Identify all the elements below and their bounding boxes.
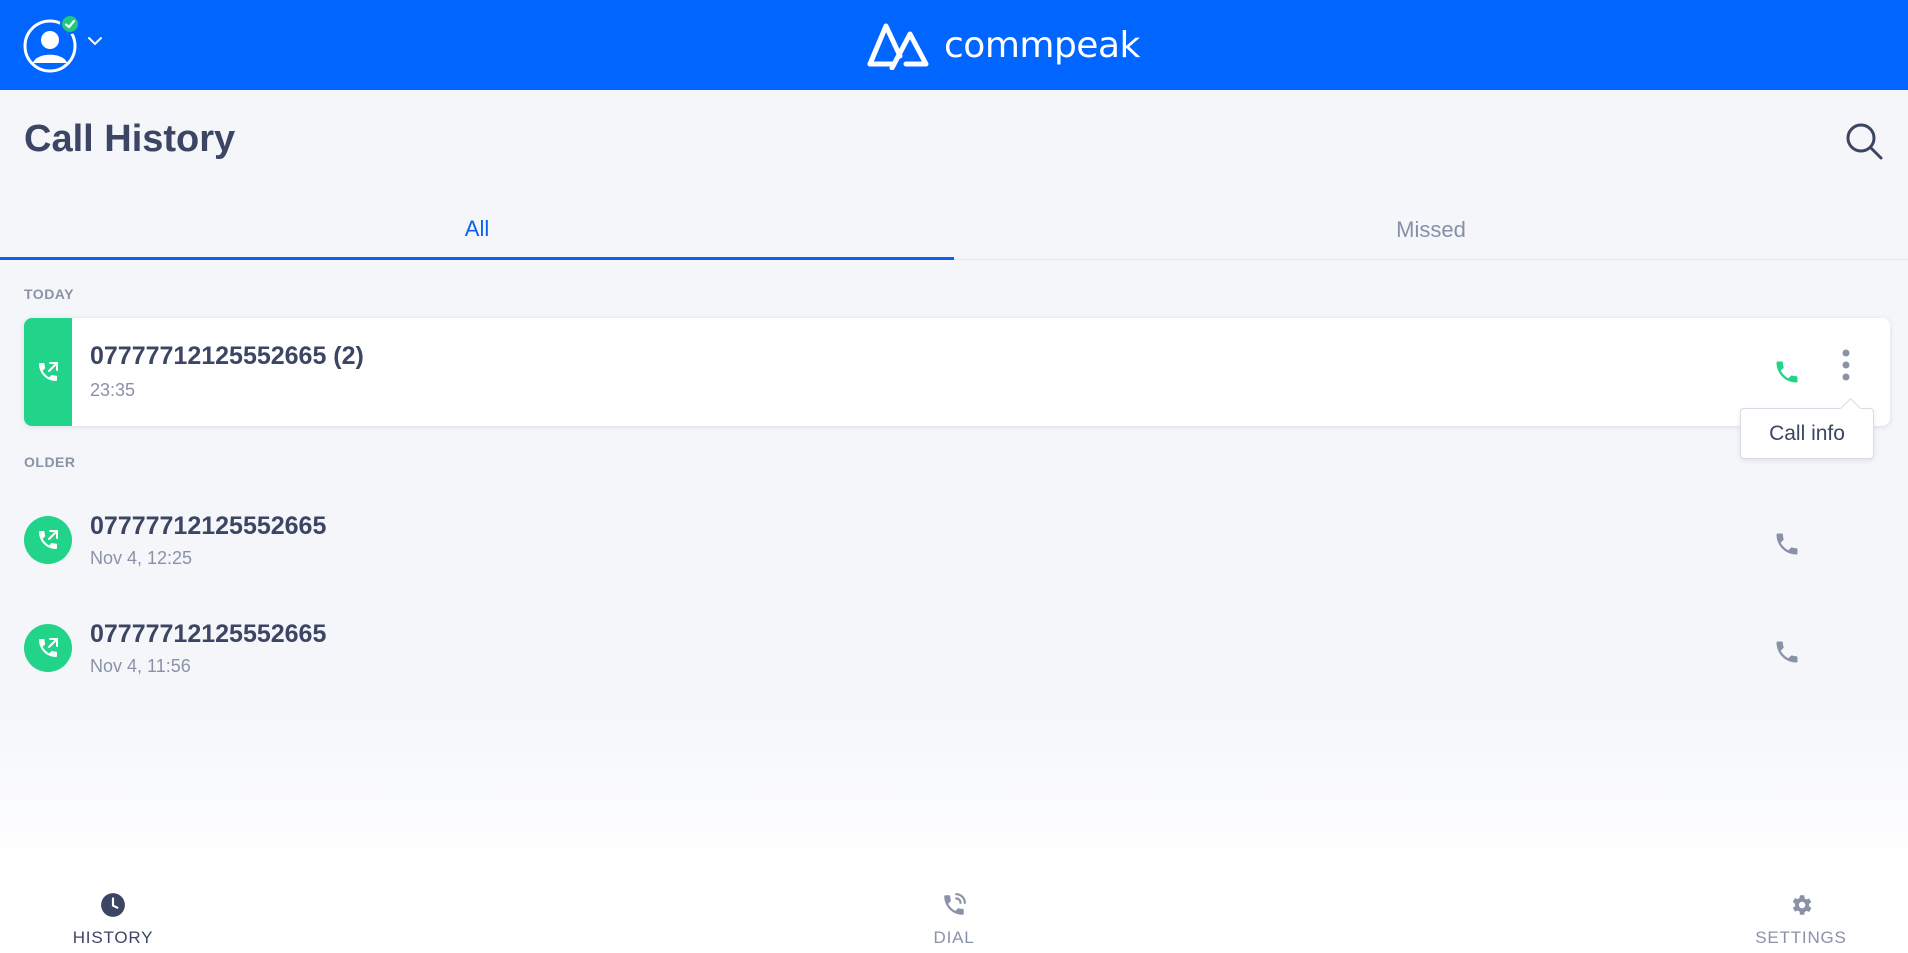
status-online-badge bbox=[60, 14, 80, 34]
call-back-button[interactable] bbox=[1767, 352, 1807, 392]
nav-dial[interactable]: DIAL bbox=[914, 892, 994, 948]
brand-logo: commpeak bbox=[866, 18, 1140, 72]
call-type-indicator bbox=[24, 624, 72, 672]
nav-label: DIAL bbox=[933, 928, 975, 947]
nav-label: HISTORY bbox=[72, 928, 154, 947]
outgoing-call-icon bbox=[39, 362, 58, 381]
call-row-older-1[interactable]: 07777712125552665 Nov 4, 11:56 bbox=[0, 598, 1908, 698]
tooltip-text: Call info bbox=[1769, 421, 1845, 445]
phone-icon bbox=[1776, 641, 1798, 663]
tab-missed[interactable]: Missed bbox=[954, 200, 1908, 260]
call-number: 07777712125552665 (2) bbox=[90, 342, 364, 370]
call-type-indicator bbox=[24, 516, 72, 564]
gear-icon bbox=[1792, 895, 1812, 915]
section-label-today: TODAY bbox=[24, 286, 74, 302]
more-vertical-icon bbox=[1842, 349, 1850, 381]
phone-icon bbox=[1776, 533, 1798, 555]
tab-all[interactable]: All bbox=[0, 200, 954, 260]
call-number: 07777712125552665 bbox=[90, 512, 327, 540]
phone-icon bbox=[1776, 361, 1798, 383]
call-time: Nov 4, 12:25 bbox=[90, 548, 193, 568]
outgoing-call-icon bbox=[39, 530, 58, 549]
nav-label: SETTINGS bbox=[1755, 928, 1847, 947]
bottom-navigation: HISTORY DIAL SETTINGS bbox=[0, 878, 1908, 953]
more-options-button[interactable] bbox=[1826, 342, 1866, 392]
call-filter-tabs: All Missed bbox=[0, 200, 1908, 260]
commpeak-logo-icon bbox=[867, 23, 929, 70]
search-icon bbox=[1846, 123, 1883, 160]
nav-settings[interactable]: SETTINGS bbox=[1746, 892, 1856, 948]
section-label-older: OLDER bbox=[24, 454, 76, 470]
chevron-down-icon bbox=[88, 37, 102, 46]
check-icon bbox=[64, 19, 76, 29]
call-time: 23:35 bbox=[90, 380, 136, 400]
outgoing-call-icon bbox=[39, 638, 58, 657]
clock-icon bbox=[101, 893, 125, 917]
search-button[interactable] bbox=[1844, 121, 1884, 161]
call-type-indicator bbox=[24, 318, 72, 426]
brand-name: commpeak bbox=[944, 24, 1140, 66]
nav-history[interactable]: HISTORY bbox=[68, 892, 158, 948]
call-row-older-0[interactable]: 07777712125552665 Nov 4, 12:25 bbox=[0, 490, 1908, 590]
call-back-button[interactable] bbox=[1767, 632, 1807, 672]
app-window: commpeak Call History All Missed TODAY 0… bbox=[0, 0, 1908, 953]
call-row-today-0[interactable]: 07777712125552665 (2) 23:35 bbox=[24, 318, 1890, 426]
page-title: Call History bbox=[24, 118, 236, 160]
call-info-tooltip: Call info bbox=[1740, 408, 1874, 459]
call-time: Nov 4, 11:56 bbox=[90, 656, 191, 676]
content-fade bbox=[0, 700, 1908, 878]
phone-dial-icon bbox=[944, 893, 966, 915]
call-number: 07777712125552665 bbox=[90, 620, 327, 648]
top-header: commpeak bbox=[0, 0, 1908, 90]
call-back-button[interactable] bbox=[1767, 524, 1807, 564]
